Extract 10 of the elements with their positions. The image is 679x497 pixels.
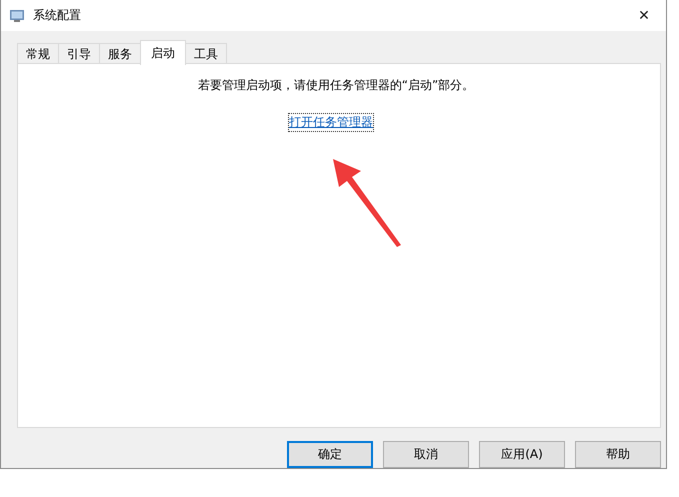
window-title: 系统配置 [33,7,82,24]
monitor-icon [9,8,25,24]
task-manager-link[interactable]: 打开任务管理器 [289,114,373,131]
instruction-text: 若要管理启动项，请使用任务管理器的“启动”部分。 [198,77,474,94]
tab[interactable]: 启动 [140,40,186,65]
dialog-button[interactable]: 帮助 [575,441,661,468]
dialog-button[interactable]: 确定 [287,441,373,468]
close-button[interactable]: ✕ [622,0,666,31]
dialog-button[interactable]: 应用(A) [479,441,565,468]
dialog-button[interactable]: 取消 [383,441,469,468]
